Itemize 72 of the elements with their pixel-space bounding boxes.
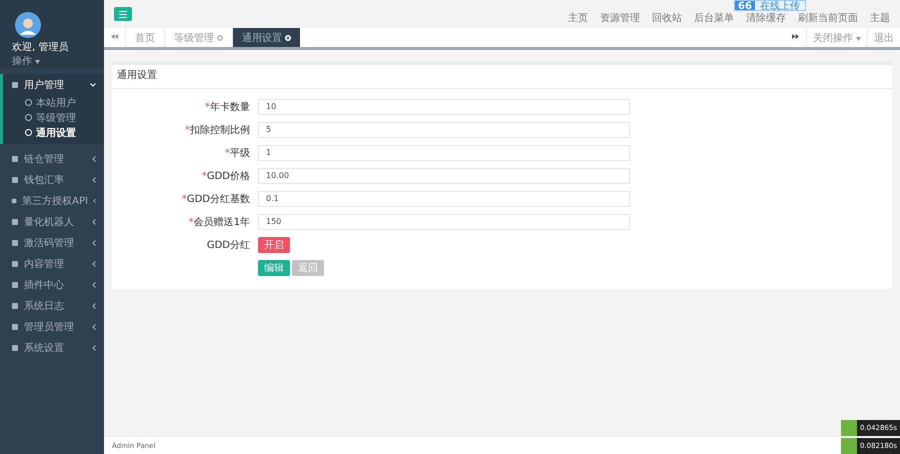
chevron-down-icon	[90, 82, 96, 86]
menu-item[interactable]: 插件中心	[3, 274, 104, 295]
input-field[interactable]: 10	[258, 98, 630, 114]
chevron-left-icon	[92, 198, 96, 204]
square-icon	[11, 154, 19, 162]
page-tab[interactable]: 通用设置	[232, 28, 300, 47]
menu-item[interactable]: 链仓管理	[3, 148, 104, 169]
avatar-icon	[12, 12, 44, 38]
menu-item[interactable]: 系统日志	[3, 295, 104, 316]
square-icon	[11, 176, 19, 184]
chevron-left-icon	[92, 324, 96, 330]
form-button[interactable]: 编辑	[258, 260, 290, 276]
submenu-item[interactable]: 通用设置	[3, 125, 104, 140]
chevron-left-icon	[92, 176, 96, 182]
close-icon[interactable]	[285, 34, 291, 40]
square-icon	[11, 322, 19, 330]
field-label: *平级	[224, 146, 251, 160]
field-label: *GDD分红基数	[180, 192, 251, 206]
submenu-item[interactable]: 本站用户	[3, 95, 104, 110]
menu-item[interactable]: 管理员管理	[3, 316, 104, 337]
chevron-left-icon	[92, 156, 96, 162]
field-label: *年卡数量	[204, 100, 251, 114]
chevron-left-icon	[92, 240, 96, 246]
menu-item[interactable]: 激活码管理	[3, 232, 104, 253]
menu-item[interactable]: 钱包汇率	[3, 169, 104, 190]
square-icon	[11, 344, 19, 352]
menu-icon	[119, 10, 127, 18]
submenu-item[interactable]: 等级管理	[3, 110, 104, 125]
top-nav-link[interactable]: 回收站	[652, 11, 682, 25]
menu-item[interactable]: 系统设置	[3, 337, 104, 358]
caret-icon	[856, 36, 861, 40]
top-nav-link[interactable]: 后台菜单	[694, 11, 734, 25]
top-nav-link[interactable]: 刷新当前页面	[798, 11, 858, 25]
menu-item[interactable]: 量化机器人	[3, 211, 104, 232]
menu-item[interactable]: 用户管理	[3, 74, 104, 95]
page-tab[interactable]: 首页	[125, 28, 164, 47]
menu-item[interactable]: 内容管理	[3, 253, 104, 274]
top-nav-link[interactable]: 资源管理	[600, 11, 640, 25]
square-icon	[11, 218, 19, 226]
field-label: *会员赠送1年	[188, 216, 251, 228]
input-field[interactable]: 10.00	[258, 168, 630, 184]
square-icon	[11, 238, 19, 246]
square-icon	[11, 260, 19, 268]
chevron-left-icon	[92, 344, 96, 350]
input-field[interactable]: 0.1	[258, 190, 630, 206]
user-greeting: 欢迎, 管理员	[12, 40, 68, 54]
upload-badge[interactable]: 66 在线上传	[734, 0, 806, 11]
input-field[interactable]: 150	[258, 214, 630, 230]
field-label: GDD分红	[206, 238, 251, 252]
square-icon	[11, 80, 19, 88]
top-nav-link[interactable]: 主题	[870, 11, 890, 25]
chevron-left-icon	[92, 260, 96, 266]
square-icon	[11, 302, 19, 310]
chevron-left-icon	[92, 282, 96, 288]
double-arrow-left-icon	[111, 34, 118, 39]
user-action-menu[interactable]: 操作	[12, 54, 40, 68]
square-icon	[11, 280, 19, 288]
double-arrow-right-icon	[792, 34, 799, 39]
input-field[interactable]: 1	[258, 144, 630, 160]
toggle-button[interactable]: 开启	[258, 236, 290, 252]
square-icon	[11, 196, 18, 204]
top-nav-link[interactable]: 主页	[568, 11, 588, 25]
field-label: *扣除控制比例	[184, 124, 251, 136]
top-nav-link[interactable]: 清除缓存	[746, 11, 786, 25]
chevron-left-icon	[92, 218, 96, 224]
caret-icon	[35, 60, 40, 64]
menu-button[interactable]	[114, 7, 132, 21]
input-field[interactable]: 5	[258, 122, 630, 138]
field-label: *GDD价格	[200, 170, 251, 182]
panel-title: 通用设置	[112, 65, 892, 89]
menu-item[interactable]: 第三方授权API	[3, 190, 104, 211]
chevron-left-icon	[92, 302, 96, 308]
